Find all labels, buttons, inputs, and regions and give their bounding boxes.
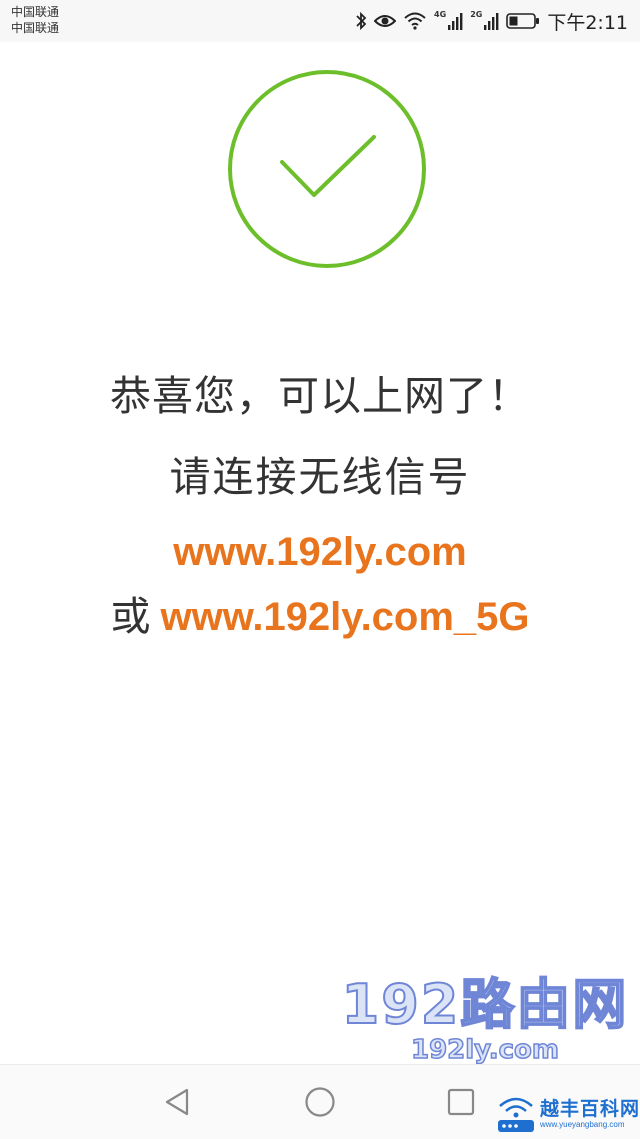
carrier-labels: 中国联通 中国联通	[11, 4, 59, 36]
or-label: 或	[110, 595, 151, 639]
carrier-2: 中国联通	[11, 21, 60, 35]
ssid-5g: www.192ly.com_5G	[160, 595, 530, 639]
router-logo-icon	[498, 1097, 534, 1132]
back-triangle-icon	[165, 1088, 189, 1116]
carrier-1: 中国联通	[11, 5, 60, 19]
home-button[interactable]	[303, 1085, 337, 1119]
check-circle-icon	[226, 68, 428, 270]
signal-icon	[448, 13, 463, 30]
network-type-1: 4G	[434, 9, 447, 19]
clock: 下午2:11	[547, 11, 628, 34]
success-subtitle: 请连接无线信号	[169, 453, 471, 501]
network-type-2: 2G	[470, 9, 483, 19]
home-circle-icon	[305, 1087, 335, 1117]
ssid-primary: www.192ly.com	[173, 530, 467, 574]
corner-logo: 越丰百科网 www.yueyangbang.com	[492, 1090, 640, 1138]
success-title: 恭喜您，可以上网了！	[110, 372, 530, 420]
back-button[interactable]	[161, 1085, 195, 1119]
watermark: 192路由网 192ly.com	[340, 960, 630, 1066]
signal-icon	[484, 13, 499, 30]
eye-comfort-icon	[374, 15, 397, 27]
wifi-icon	[404, 12, 426, 30]
bluetooth-icon	[356, 11, 367, 31]
recent-square-icon	[447, 1088, 475, 1116]
watermark-brand: 192路由网	[341, 972, 629, 1037]
status-bar: 中国联通 中国联通 4G 2G 下午2:11	[0, 0, 640, 42]
watermark-domain: 192ly.com	[410, 1034, 560, 1066]
corner-logo-url: www.yueyangbang.com	[540, 1120, 625, 1129]
corner-logo-text: 越丰百科网	[540, 1098, 640, 1120]
status-icons: 4G 2G 下午2:11	[355, 8, 628, 34]
recent-apps-button[interactable]	[444, 1085, 478, 1119]
battery-icon	[506, 13, 540, 29]
ssid-5g-line: 或 www.192ly.com_5G	[0, 584, 640, 642]
